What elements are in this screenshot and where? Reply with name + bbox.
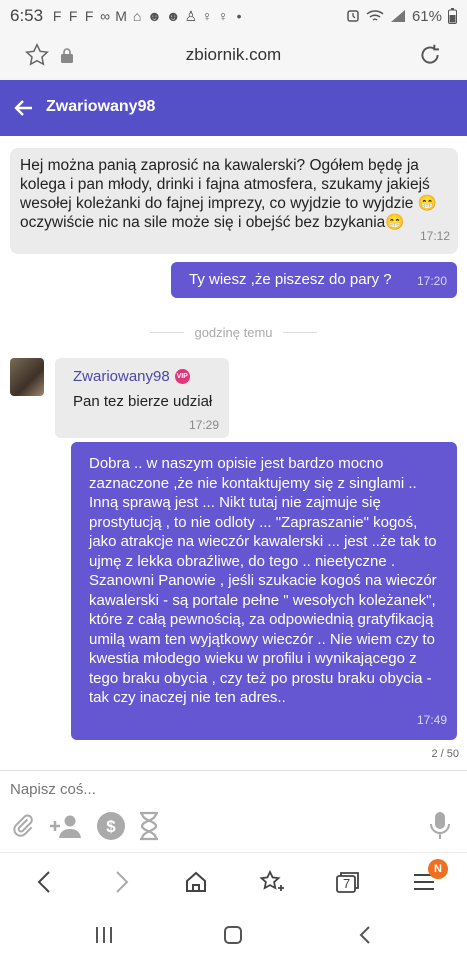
composer-actions: $ [10,811,160,841]
browser-bookmarks-button[interactable] [258,869,286,895]
browser-forward-button[interactable] [108,869,136,895]
battery-percent: 61% [411,7,442,25]
vip-badge: VIP [174,369,190,385]
back-arrow-icon[interactable] [12,96,36,120]
notification-icon-1: F [52,8,62,24]
notification-icon-10: ♀ [201,8,213,24]
reload-icon[interactable] [417,42,443,68]
notification-icon-8: ☻ [165,8,181,24]
alarm-icon [347,10,359,22]
battery-icon [448,8,457,24]
sender-name[interactable]: Zwariowany98 [73,368,170,385]
message-input[interactable] [10,781,450,798]
svg-text:$: $ [106,817,116,836]
outgoing-message-long: Dobra .. w naszym opisie jest bardzo moc… [71,442,457,740]
add-user-icon[interactable] [48,812,84,840]
system-back-icon[interactable] [355,924,377,946]
browser-menu-button[interactable]: N [410,859,448,895]
recent-apps-icon[interactable] [93,924,115,946]
notification-icon-7: ☻ [147,8,162,24]
notification-icon-2: F [68,8,78,24]
divider-line [282,331,317,333]
time-divider: godzinę temu [0,324,467,340]
notification-icon-6: ⌂ [132,8,142,24]
signal-icon [390,10,405,22]
notification-icon-5: M [115,8,127,24]
money-icon[interactable]: $ [96,811,126,841]
status-bar: 6:53 F F F ∞ M ⌂ ☻ ☻ ♙ ♀ ♀ • 61% [0,0,467,32]
tabs-count: 7 [343,876,351,891]
hourglass-icon[interactable] [138,811,160,841]
chat-thread[interactable]: Hej można panią zaprosić na kawalerski? … [0,136,467,770]
message-text: Hej można panią zaprosić na kawalerski? … [20,157,438,231]
message-text: Ty wiesz ,że piszesz do pary ? [189,271,392,288]
chat-header: Zwariowany98 [0,80,467,136]
divider-label: godzinę temu [194,324,273,340]
notification-icon-12: • [236,8,242,24]
incoming-message-card: Zwariowany98 VIP Pan tez bierze udział 17… [55,358,229,438]
microphone-icon[interactable] [429,811,451,841]
message-text: Pan tez bierze udział [73,393,213,410]
url-domain[interactable]: zbiornik.com [0,45,467,65]
avatar[interactable] [10,358,44,396]
chat-title[interactable]: Zwariowany98 [46,98,155,116]
notification-icon-3: F [84,8,94,24]
divider-line [150,331,185,333]
notification-icon-9: ♙ [184,7,198,24]
status-right: 61% [346,8,457,25]
status-time: 6:53 [10,6,44,25]
message-text: Dobra .. w naszym opisie jest bardzo moc… [89,455,437,706]
message-time: 17:20 [416,274,447,288]
notification-icon-4: ∞ [100,8,111,24]
chevron-left-icon [37,871,50,893]
attachment-icon[interactable] [10,812,36,840]
browser-url-bar: zbiornik.com [0,32,467,80]
notification-icon-11: ♀ [217,8,229,24]
message-composer: $ [0,770,467,852]
outgoing-message: Ty wiesz ,że piszesz do pary ? 17:20 [171,262,457,298]
message-counter: 2 / 50 [431,748,459,760]
wifi-icon [366,10,384,21]
notification-icons: F F F ∞ M ⌂ ☻ ☻ ♙ ♀ ♀ • [51,8,245,25]
browser-back-button[interactable] [30,869,58,895]
menu-badge: N [428,859,448,879]
bookmark-star-plus-icon [259,870,284,891]
message-time: 17:49 [416,712,447,727]
home-button-icon[interactable] [222,924,244,946]
browser-tabs-button[interactable]: 7 [334,869,362,895]
system-nav-bar [0,910,467,960]
message-time: 17:12 [419,229,450,243]
chevron-right-icon [116,871,129,893]
incoming-message: Hej można panią zaprosić na kawalerski? … [10,148,458,254]
browser-nav-bar: 7 N [0,852,467,910]
home-icon [186,871,206,892]
message-time: 17:29 [188,418,219,432]
browser-home-button[interactable] [182,869,210,895]
